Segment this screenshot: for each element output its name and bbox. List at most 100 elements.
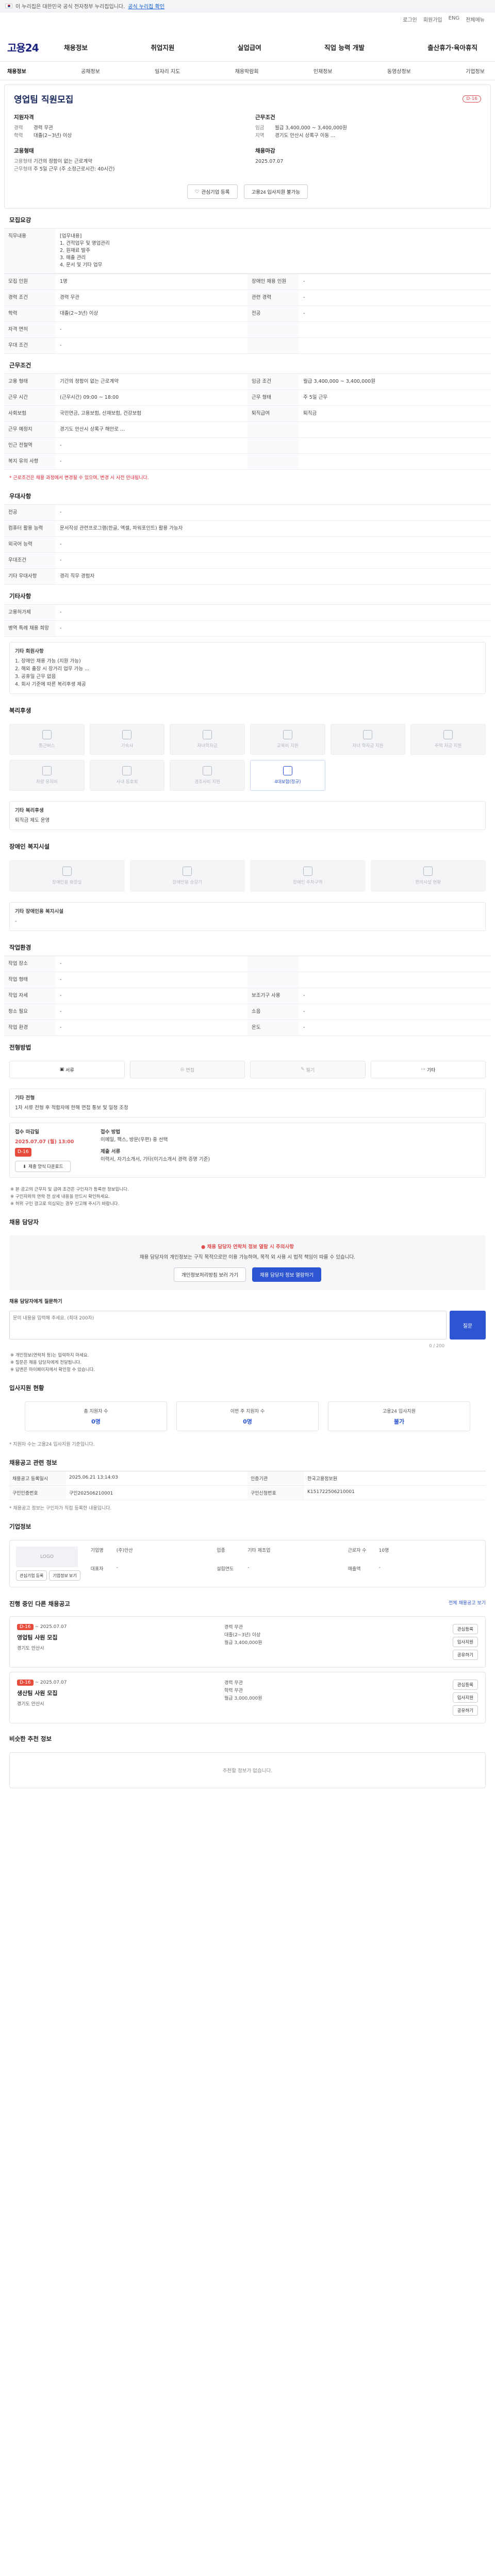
requirements-block: 지원자격 경력 경력 무관 학력 대졸(2~3년) 이상 고용형태 고용형태 기간의 … [14,114,115,172]
etc-title: 기타사항 [9,592,31,600]
job-title: 영업팀 직원모집 [14,95,74,105]
recruit-table: 모집 인원 1명 장애인 채용 인원 - 경력 조건 경력 무관 관련 경력 - 학력 대졸(… [4,274,491,354]
more-title: 진행 중인 다른 채용공고 [9,1600,70,1607]
flag-icon [5,4,12,8]
util-signup[interactable]: 회원가입 [423,15,442,23]
welfare-tile: 주택 자금 지원 [410,724,486,755]
child-icon [363,730,373,739]
other-job-card[interactable]: D-16 ~ 2025.07.07 영업팀 사원 모집 경기도 안산시 경력 무… [9,1616,486,1668]
util-login[interactable]: 로그인 [403,15,417,23]
job-share-button[interactable]: 공유하기 [452,1705,478,1716]
other-job-title[interactable]: 영업팀 사원 모집 [17,1633,224,1641]
gov-banner: 이 누리집은 대한민국 공식 전자정부 누리집입니다. 공식 누리집 확인 [0,0,495,12]
job-favorite-button[interactable]: 관심등록 [452,1624,478,1634]
heart-icon: ♡ [194,189,200,195]
welfare-tile: 차량 유지비 [9,760,85,791]
qa-counter: 0 / 200 [429,1344,444,1349]
meta-title: 채용공고 관련 정보 [9,1459,57,1466]
car-icon [42,766,52,775]
welfare-extra: 기타 복리후생 퇴직금 제도 운영 [9,801,486,830]
util-links: 로그인 회원가입 ENG 전체메뉴 [0,12,495,33]
site-logo[interactable]: 고용24 [7,40,64,55]
welfare-title: 복리후생 [9,707,31,714]
nav-support[interactable]: 취업지원 [151,42,174,52]
house-icon [122,730,132,739]
method-tile-etc: ⋯ 기타 [370,1061,486,1078]
qa-input[interactable] [9,1311,447,1340]
nav-jobs[interactable]: 채용정보 [64,42,88,52]
apply-box: 접수 마감일 2025.07.07 (월) 13:00 D-16 ⬇ 제출 양식 … [9,1123,486,1178]
other-job-title[interactable]: 생산팀 사원 모집 [17,1689,224,1697]
nav-benefit[interactable]: 실업급여 [238,42,261,52]
method-title: 전형방법 [9,1044,31,1051]
insurance-icon [283,766,292,775]
disability-tile: 장애인 주차구역 [250,860,366,892]
home-loan-icon [443,730,453,739]
qa-bullets: 개인정보(연락처 등)는 입력하지 마세요. 질문은 채용 담당자에게 전달됩니… [4,1349,491,1377]
subnav-4[interactable]: 인재정보 [314,67,333,75]
job-favorite-button[interactable]: 관심등록 [452,1680,478,1690]
status-note: * 지원자 수는 고용24 입사지원 기준입니다. [9,1442,95,1447]
welfare-tile: 기숙사 [89,724,165,755]
job-apply-button[interactable]: 입사지원 [452,1637,478,1647]
view-manager-button[interactable]: 채용 담당자 정보 열람하기 [252,1267,322,1282]
subnav-5[interactable]: 동영상정보 [387,67,411,75]
job-desc-text: [업무내용] 1. 견적업무 및 영업관리 2. 원재료 발주 3. 매출 관리… [56,229,491,274]
alert-icon: ● [201,1244,206,1250]
subnav-6[interactable]: 기업정보 [466,67,485,75]
book-icon [203,730,212,739]
method-tile-written: ✎ 필기 [250,1061,366,1078]
interview-icon: ◎ [180,1067,186,1072]
privacy-policy-button[interactable]: 개인정보처리방침 보러 가기 [173,1267,246,1282]
disability-tile: 편의시설 현황 [370,860,486,892]
welfare-tile: 통근버스 [9,724,85,755]
job-share-button[interactable]: 공유하기 [452,1650,478,1660]
util-menu[interactable]: 전체메뉴 [466,15,485,23]
welfare-tile: 교육비 지원 [250,724,325,755]
favorite-button[interactable]: ♡ 관심기업 등록 [187,184,238,199]
subnav-0[interactable]: 채용정보 [7,67,26,75]
welfare-tile-active: 4대보험(정규) [250,760,325,791]
company-details: 기업명 (주)안산 업종 기타 제조업 근로자 수 10명 대표자 - 설립연도 - 매출액 - [90,1548,389,1572]
condition-table: 고용 형태 기간의 정함이 없는 근로계약 임금 조건 월급 3,400,000 ~ … [4,374,491,470]
disability-extra: 기타 장애인용 복지시설 - [9,902,486,931]
util-lang[interactable]: ENG [449,15,460,21]
gov-banner-link[interactable]: 공식 누리집 확인 [128,2,164,10]
parking-icon [303,867,312,876]
more-all-link[interactable]: 전체 채용공고 보기 [449,1599,486,1606]
job-apply-button[interactable]: 입사지원 [452,1692,478,1703]
disability-title: 장애인 복지시설 [9,843,50,850]
subnav-2[interactable]: 일자리 지도 [155,67,180,75]
gov-banner-text: 이 누리집은 대한민국 공식 전자정부 누리집입니다. [15,4,125,10]
job-headline: 영업팀 직원모집 D-16 지원자격 경력 경력 무관 학력 대졸(2~3년) 이상… [4,84,491,209]
other-job-card[interactable]: D-16 ~ 2025.07.07 생산팀 사원 모집 경기도 안산시 경력 무… [9,1672,486,1723]
etc-extra: 기타 회원사항 1. 장애인 채용 가능 (지원 가능) 2. 해외 출장 시 … [9,642,486,694]
form-download-button[interactable]: ⬇ 제출 양식 다운로드 [15,1161,71,1172]
company-favorite-button[interactable]: 관심기업 등록 [16,1570,47,1581]
toilet-icon [62,867,72,876]
elevator-icon [183,867,192,876]
condition-title: 근무조건 [9,362,31,369]
apply-bullets: 본 공고의 근무지 및 급여 조건은 구인자가 등록한 정보입니다. 구인자와의… [4,1183,491,1211]
method-tile-interview: ◎ 면접 [129,1061,245,1078]
gift-icon [203,766,212,775]
qa-send-button[interactable]: 질문 [450,1311,486,1340]
disability-tile: 장애인용 승강기 [129,860,245,892]
company-box: LOGO 관심기업 등록 기업정보 보기 기업명 (주)안산 업종 기타 제조업 근로자… [9,1540,486,1587]
meta-table: 채용공고 등록일시 2025.06.21 13:14:03 인증기관 한국고용정보원 … [9,1471,486,1500]
company-info-button[interactable]: 기업정보 보기 [49,1570,80,1581]
education-icon [283,730,292,739]
apply-deadline: 2025.07.07 (월) 13:00 [15,1139,74,1145]
subnav-3[interactable]: 채용박람회 [235,67,259,75]
status-box: 고용24 입사지원 불가 [328,1401,470,1431]
nav-leave[interactable]: 출산휴가·육아휴직 [427,42,477,52]
subnav-1[interactable]: 공채정보 [81,67,100,75]
wheelchair-icon [423,867,433,876]
welfare-grid: 통근버스 기숙사 자녀학자금 교육비 지원 자녀 학자금 지원 주택 자금 지원… [4,719,491,796]
nav-training[interactable]: 직업 능력 개발 [324,42,365,52]
disability-grid: 장애인용 화장실 장애인용 승강기 장애인 주차구역 편의시설 현황 [4,855,491,897]
status-row: 총 지원자 수 0명 이번 주 지원자 수 0명 고용24 입사지원 불가 [4,1396,491,1436]
status-box: 이번 주 지원자 수 0명 [176,1401,319,1431]
bus-icon [42,730,52,739]
apply-disabled-button[interactable]: 고용24 입사지원 불가능 [243,184,308,199]
